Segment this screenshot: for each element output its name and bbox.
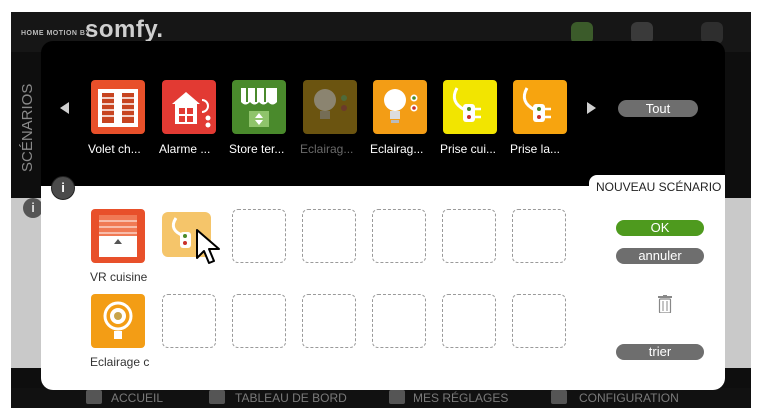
home-icon (86, 390, 102, 404)
ok-button[interactable]: OK (616, 220, 704, 236)
category-label: Prise la... (510, 142, 561, 156)
category-label: Store ter... (229, 142, 285, 156)
category-store[interactable]: Store ter... (229, 80, 288, 156)
footer-tableau-de-bord: TABLEAU DE BORD (235, 391, 347, 405)
info-icon[interactable]: i (51, 176, 75, 200)
app-footer: ACCUEIL TABLEAU DE BORD MES RÉGLAGES CON… (11, 388, 751, 408)
actuator-vr-cuisine[interactable] (91, 209, 145, 263)
category-prise-cuisine[interactable]: Prise cui... (440, 80, 499, 156)
new-scenario-dialog: Volet ch... Alarme ... Store ter... Ecla… (41, 41, 725, 390)
brand-tagline: HOME MOTION BY (21, 30, 91, 37)
scroll-left-arrow-icon[interactable] (60, 102, 69, 114)
category-label: Prise cui... (440, 142, 497, 156)
scroll-right-arrow-icon[interactable] (587, 102, 596, 114)
awning-icon (232, 80, 286, 134)
scenario-slot[interactable] (302, 294, 356, 348)
footer-mes-reglages: MES RÉGLAGES (413, 391, 509, 405)
scenario-slot[interactable] (162, 294, 216, 348)
shutter-icon (99, 215, 137, 257)
category-label: Volet ch... (88, 142, 141, 156)
bulb-icon (373, 80, 427, 134)
category-prise-la[interactable]: Prise la... (510, 80, 569, 156)
somfy-logo: somfy. (85, 16, 164, 43)
category-label: Alarme ... (159, 142, 211, 156)
gear-icon (551, 390, 567, 404)
user-icon (389, 390, 405, 404)
side-info-icon: i (23, 198, 43, 218)
scenario-slot[interactable] (512, 294, 566, 348)
scenario-slot[interactable] (442, 294, 496, 348)
mouse-pointer-icon (196, 229, 220, 264)
trash-icon[interactable] (658, 295, 672, 313)
bulb-icon (303, 80, 357, 134)
footer-configuration: CONFIGURATION (579, 391, 679, 405)
scenario-slot[interactable] (302, 209, 356, 263)
category-volet[interactable]: Volet ch... (88, 80, 147, 156)
scenario-slot[interactable] (232, 294, 286, 348)
annuler-button[interactable]: annuler (616, 248, 704, 264)
scenario-slot[interactable] (232, 209, 286, 263)
category-eclairage[interactable]: Eclairag... (370, 80, 429, 156)
category-label: Eclairag... (300, 142, 354, 156)
scenario-slot[interactable] (372, 209, 426, 263)
shutter-icon (91, 80, 145, 134)
footer-accueil: ACCUEIL (111, 391, 164, 405)
scenario-slot[interactable] (372, 294, 426, 348)
plug-icon (443, 80, 497, 134)
scenario-slot[interactable] (442, 209, 496, 263)
plug-icon (513, 80, 567, 134)
actuator-eclairage[interactable] (91, 294, 145, 348)
side-label-scenarios: SCÉNARIOS (19, 83, 36, 172)
nouveau-scenario-title: NOUVEAU SCÉNARIO (596, 180, 722, 194)
trier-button[interactable]: trier (616, 344, 704, 360)
category-alarme[interactable]: Alarme ... (159, 80, 218, 156)
bulb-ring-icon (103, 301, 133, 339)
category-eclairage-disabled: Eclairag... (300, 80, 359, 156)
scenario-slot[interactable] (512, 209, 566, 263)
tout-button[interactable]: Tout (618, 100, 698, 117)
dashboard-icon (209, 390, 225, 404)
actuator-label: VR cuisine (90, 270, 148, 284)
category-label: Eclairag... (370, 142, 424, 156)
actuator-label: Eclairage c (90, 355, 150, 369)
house-alarm-icon (162, 80, 216, 134)
